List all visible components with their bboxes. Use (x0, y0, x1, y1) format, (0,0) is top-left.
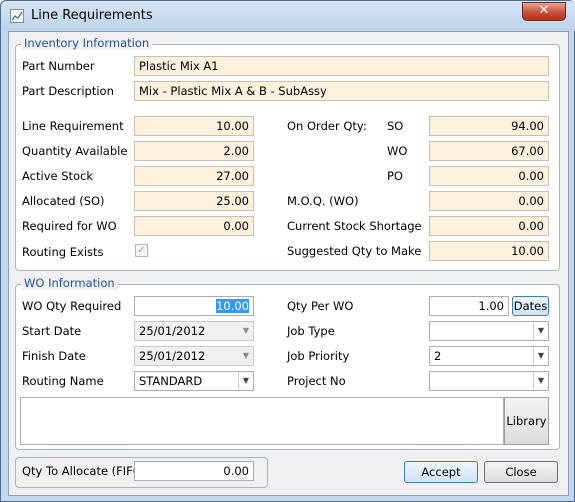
wo-qty-required-label: WO Qty Required (22, 299, 122, 313)
start-date-picker[interactable]: 25/01/2012 ▼ (134, 321, 254, 341)
current-stock-shortage-field[interactable]: 0.00 (429, 216, 549, 236)
job-priority-value: 2 (434, 349, 442, 363)
close-icon: ✕ (538, 3, 550, 18)
quantity-available-label: Quantity Available (22, 144, 128, 158)
library-button-label: Library (506, 414, 547, 428)
active-stock-field[interactable]: 27.00 (134, 166, 254, 186)
dialog-window: Line Requirements ✕ Inventory Informatio… (0, 0, 575, 502)
routing-name-label: Routing Name (22, 374, 104, 388)
chevron-down-icon: ▼ (239, 322, 253, 340)
start-date-label: Start Date (22, 324, 82, 338)
line-requirement-field[interactable]: 10.00 (134, 116, 254, 136)
part-description-field[interactable]: Mix - Plastic Mix A & B - SubAssy (134, 81, 549, 101)
line-requirement-label: Line Requirement (22, 119, 124, 133)
close-button[interactable]: Close (484, 461, 558, 483)
moq-label: M.O.Q. (WO) (287, 194, 359, 208)
chevron-down-icon[interactable]: ▼ (533, 322, 548, 340)
quantity-available-field[interactable]: 2.00 (134, 141, 254, 161)
job-priority-select[interactable]: 2 ▼ (429, 346, 549, 366)
qty-per-wo-input[interactable]: 1.00 (429, 296, 509, 316)
title-bar[interactable]: Line Requirements ✕ (1, 1, 575, 31)
project-no-select[interactable]: ▼ (429, 371, 549, 391)
chevron-down-icon: ▼ (239, 347, 253, 365)
active-stock-label: Active Stock (22, 169, 94, 183)
wo-qty-required-value: 10.00 (216, 299, 249, 313)
chevron-down-icon[interactable]: ▼ (533, 372, 548, 390)
required-for-wo-field[interactable]: 0.00 (134, 216, 254, 236)
wo-label: WO (387, 144, 408, 158)
routing-exists-label: Routing Exists (22, 245, 104, 259)
project-no-label: Project No (287, 374, 346, 388)
finish-date-picker[interactable]: 25/01/2012 ▼ (134, 346, 254, 366)
library-button[interactable]: Library (504, 397, 549, 445)
finish-date-label: Finish Date (22, 349, 86, 363)
inventory-information-title: Inventory Information (21, 37, 153, 50)
chevron-down-icon[interactable]: ▼ (533, 347, 548, 365)
qty-to-allocate-label: Qty To Allocate (FIFO) (22, 464, 147, 478)
job-type-select[interactable]: ▼ (429, 321, 549, 341)
accept-button[interactable]: Accept (404, 461, 478, 483)
allocated-so-field[interactable]: 25.00 (134, 191, 254, 211)
suggested-qty-field[interactable]: 10.00 (429, 241, 549, 261)
window-title: Line Requirements (31, 8, 153, 23)
on-order-so-field[interactable]: 94.00 (429, 116, 549, 136)
routing-name-select[interactable]: STANDARD ▼ (134, 371, 254, 391)
allocated-so-label: Allocated (SO) (22, 194, 105, 208)
close-window-button[interactable]: ✕ (522, 2, 566, 21)
chevron-down-icon[interactable]: ▼ (238, 372, 253, 390)
wo-qty-required-input[interactable]: 10.00 (134, 296, 254, 316)
on-order-wo-field[interactable]: 67.00 (429, 141, 549, 161)
moq-field[interactable]: 0.00 (429, 191, 549, 211)
routing-name-value: STANDARD (139, 374, 203, 388)
required-for-wo-label: Required for WO (22, 219, 117, 233)
job-priority-label: Job Priority (287, 349, 350, 363)
start-date-value: 25/01/2012 (139, 324, 206, 338)
app-icon (10, 9, 24, 23)
po-label: PO (387, 169, 403, 183)
on-order-po-field[interactable]: 0.00 (429, 166, 549, 186)
wo-information-title: WO Information (21, 277, 118, 290)
on-order-qty-label: On Order Qty: (287, 119, 367, 133)
finish-date-value: 25/01/2012 (139, 349, 206, 363)
qty-to-allocate-input[interactable]: 0.00 (134, 461, 254, 481)
routing-exists-checkbox[interactable]: ✓ (135, 244, 148, 257)
qty-per-wo-label: Qty Per WO (287, 299, 354, 313)
notes-textarea[interactable] (20, 397, 504, 445)
suggested-qty-label: Suggested Qty to Make (287, 244, 422, 258)
so-label: SO (387, 119, 404, 133)
job-type-label: Job Type (287, 324, 335, 338)
part-number-label: Part Number (22, 59, 95, 73)
check-icon: ✓ (137, 245, 146, 256)
dates-button[interactable]: Dates (512, 296, 549, 316)
part-description-label: Part Description (22, 84, 114, 98)
current-stock-shortage-label: Current Stock Shortage (287, 219, 422, 233)
part-number-field[interactable]: Plastic Mix A1 (134, 56, 549, 76)
